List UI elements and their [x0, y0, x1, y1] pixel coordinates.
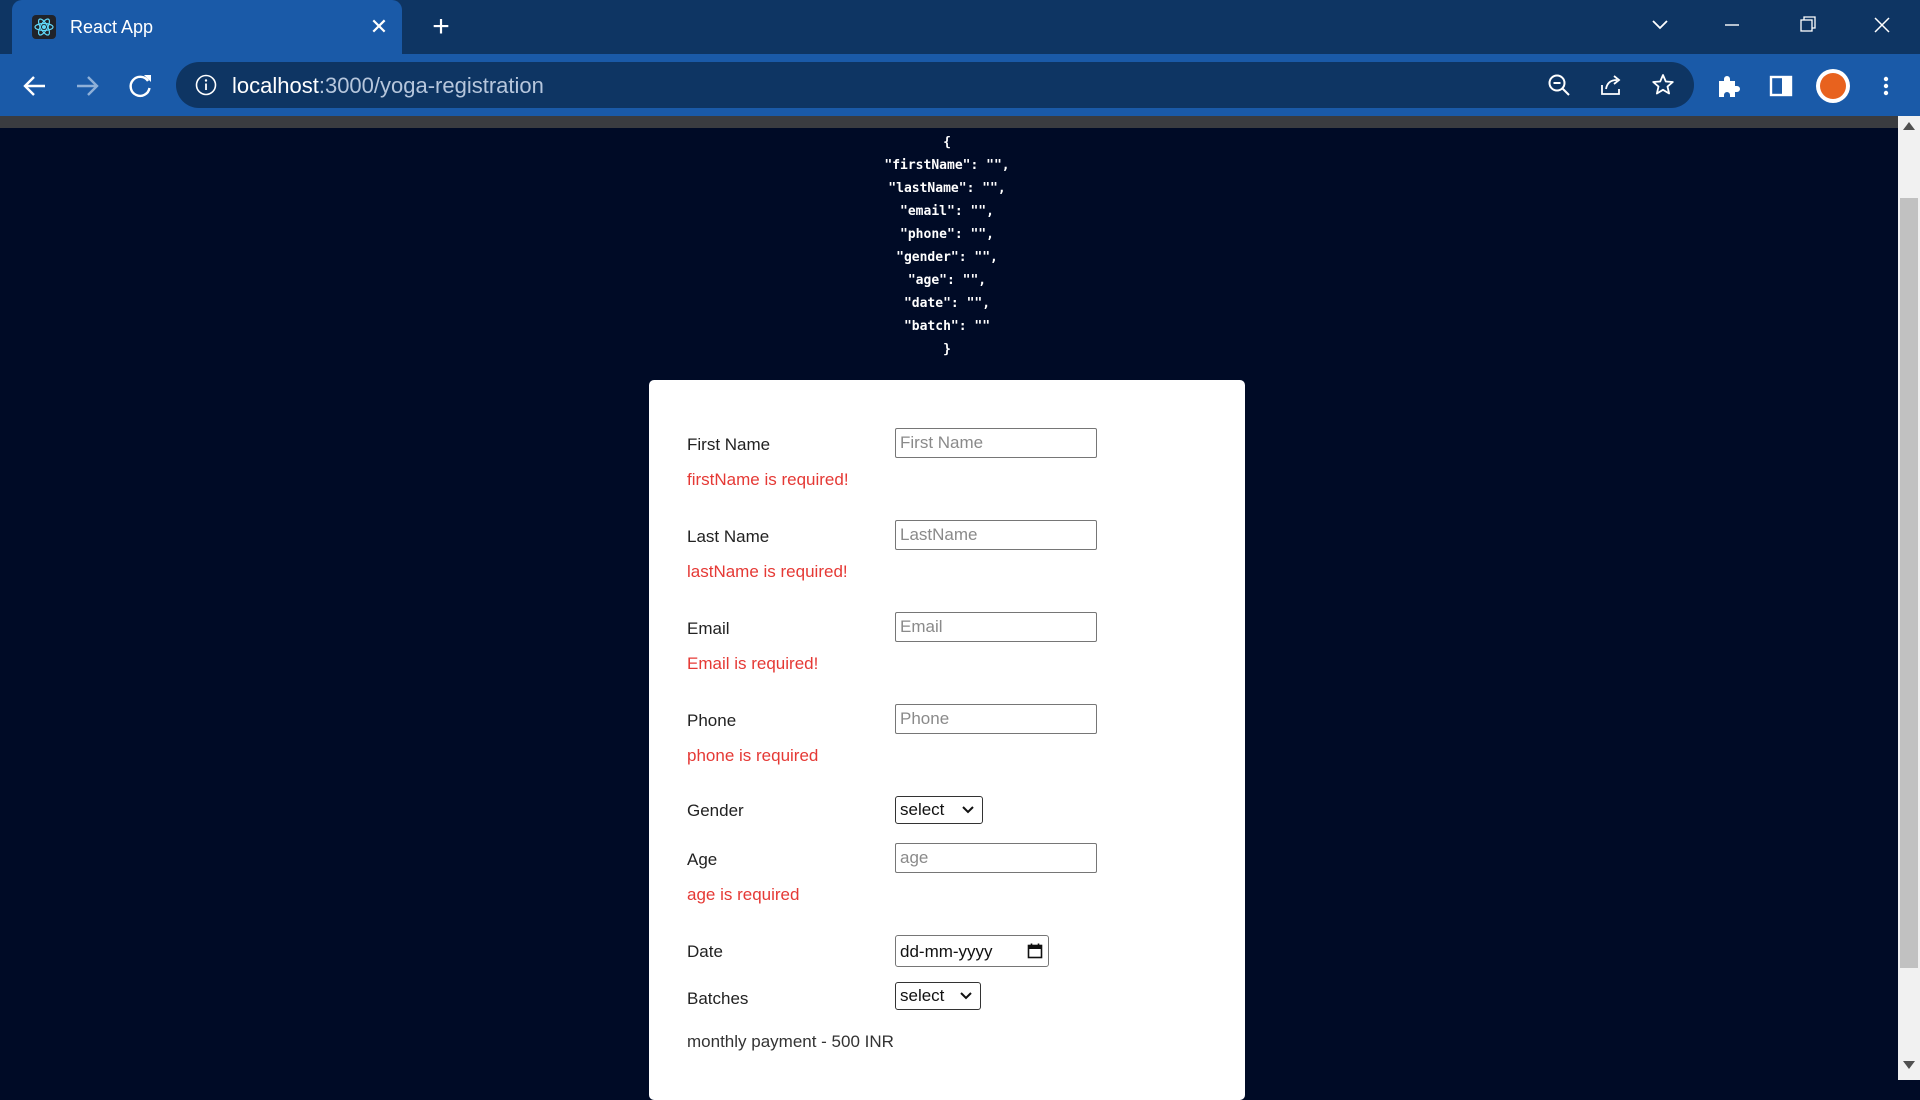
- reload-icon[interactable]: [123, 69, 157, 103]
- json-line: {: [943, 135, 951, 150]
- forward-arrow-icon[interactable]: [70, 69, 104, 103]
- star-icon[interactable]: [1650, 72, 1676, 98]
- json-line: }: [943, 342, 951, 357]
- side-panel-icon[interactable]: [1767, 72, 1795, 100]
- plus-icon[interactable]: +: [424, 10, 458, 44]
- back-arrow-icon[interactable]: [18, 69, 52, 103]
- batches-select-value: select: [900, 986, 945, 1005]
- page-scrollbar[interactable]: [1898, 116, 1920, 1080]
- browser-tab-strip: React App ✕ +: [0, 0, 1920, 54]
- url-host: localhost: [232, 73, 319, 98]
- minimize-icon[interactable]: [1712, 10, 1752, 40]
- last-name-error: lastName is required!: [687, 562, 848, 581]
- info-icon[interactable]: [194, 73, 218, 97]
- profile-avatar[interactable]: [1816, 69, 1850, 103]
- batches-select[interactable]: select: [895, 982, 981, 1010]
- scroll-up-arrow-icon[interactable]: [1903, 122, 1915, 130]
- share-icon[interactable]: [1598, 72, 1624, 98]
- address-bar[interactable]: localhost:3000/yoga-registration: [176, 62, 1694, 108]
- date-input[interactable]: dd-mm-yyyy: [895, 935, 1049, 967]
- url-path: :3000/yoga-registration: [318, 73, 544, 98]
- first-name-label: First Name: [687, 435, 771, 454]
- json-line: "email": "",: [900, 204, 994, 219]
- menu-icon[interactable]: [1872, 72, 1900, 100]
- browser-tab[interactable]: React App ✕: [12, 0, 402, 54]
- email-input[interactable]: [895, 612, 1097, 642]
- date-input-value: dd-mm-yyyy: [900, 942, 993, 961]
- email-error: Email is required!: [687, 654, 819, 673]
- zoom-icon[interactable]: [1546, 72, 1572, 98]
- age-input[interactable]: [895, 843, 1097, 873]
- json-line: "age": "",: [907, 273, 987, 288]
- url-text[interactable]: localhost:3000/yoga-registration: [232, 73, 544, 99]
- last-name-label: Last Name: [687, 527, 770, 546]
- calendar-icon[interactable]: [1027, 943, 1043, 959]
- gender-select-value: select: [900, 800, 945, 819]
- json-line: "batch": "": [903, 319, 991, 334]
- close-icon[interactable]: ✕: [364, 12, 394, 42]
- phone-error: phone is required: [687, 746, 819, 765]
- batches-label: Batches: [687, 989, 749, 1008]
- age-error: age is required: [687, 885, 800, 904]
- page-top-strip: [0, 116, 1898, 128]
- tab-title: React App: [70, 17, 154, 37]
- chevron-down-icon: [960, 992, 972, 1000]
- first-name-input[interactable]: [895, 428, 1097, 458]
- basketball-icon: [1820, 73, 1846, 99]
- gender-label: Gender: [687, 801, 744, 820]
- age-label: Age: [687, 850, 718, 869]
- extensions-icon[interactable]: [1714, 72, 1742, 100]
- email-label: Email: [687, 619, 730, 638]
- chevron-down-icon[interactable]: [1640, 10, 1680, 40]
- registration-form: First Name firstName is required! Last N…: [649, 380, 1245, 1100]
- phone-input[interactable]: [895, 704, 1097, 734]
- phone-label: Phone: [687, 711, 737, 730]
- restore-icon[interactable]: [1787, 10, 1827, 40]
- json-line: "phone": "",: [900, 227, 994, 242]
- form-state-json: { "firstName": "", "lastName": "", "emai…: [780, 131, 1114, 361]
- scroll-thumb[interactable]: [1900, 198, 1918, 968]
- payment-info: monthly payment - 500 INR: [687, 1032, 894, 1051]
- first-name-error: firstName is required!: [687, 470, 849, 489]
- chevron-down-icon: [962, 806, 974, 814]
- last-name-input[interactable]: [895, 520, 1097, 550]
- react-logo-icon: [32, 15, 56, 39]
- gender-select[interactable]: select: [895, 796, 983, 824]
- browser-toolbar: localhost:3000/yoga-registration: [0, 54, 1920, 116]
- json-line: "firstName": "",: [884, 158, 1010, 173]
- json-line: "lastName": "",: [888, 181, 1006, 196]
- date-label: Date: [687, 942, 723, 961]
- scroll-down-arrow-icon[interactable]: [1903, 1061, 1915, 1069]
- window-close-icon[interactable]: [1862, 10, 1902, 40]
- json-line: "gender": "",: [896, 250, 998, 265]
- json-line: "date": "",: [903, 296, 991, 311]
